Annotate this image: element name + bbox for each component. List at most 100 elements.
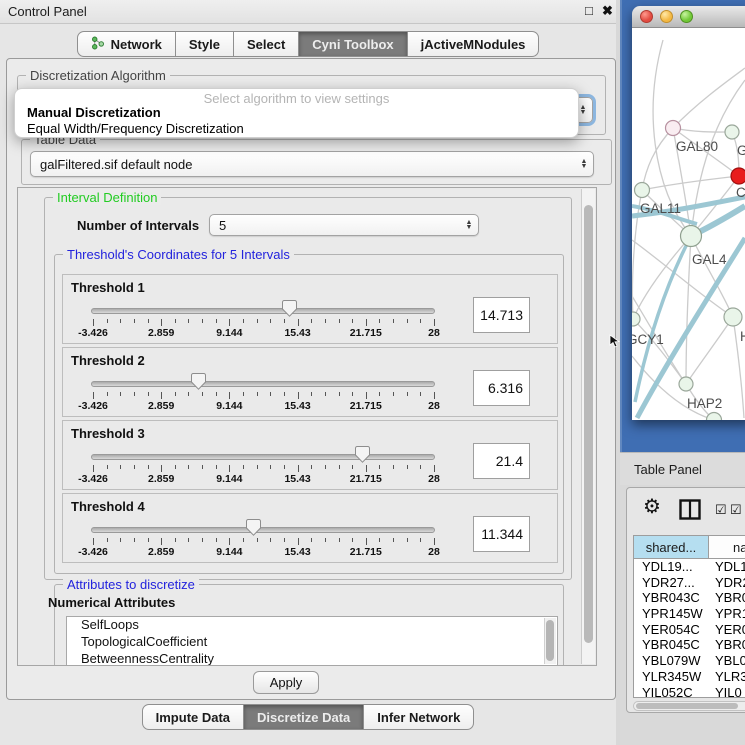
table-row[interactable]: YBR043CYBR0 [634, 590, 745, 606]
table-row[interactable]: YPR145WYPR1 [634, 606, 745, 622]
network-node[interactable] [635, 183, 650, 198]
network-node[interactable] [731, 168, 745, 184]
cell-name[interactable]: YDL1 [709, 559, 745, 575]
control-panel-titlebar: Control Panel □ ✖ [0, 0, 616, 24]
tick-label: -3.426 [78, 327, 108, 339]
network-view-frame: GAL80GCGAL11GAL4GCY1HHAP2 [620, 0, 745, 452]
panel-title: Control Panel [8, 4, 87, 19]
tab-discretize-data[interactable]: Discretize Data [244, 704, 364, 730]
network-canvas[interactable]: GAL80GCGAL11GAL4GCY1HHAP2 [632, 28, 745, 420]
table-row[interactable]: YDL19...YDL1 [634, 559, 745, 575]
thresholds-group-label: Threshold's Coordinates for 5 Intervals [63, 247, 294, 262]
top-tab-bar: NetworkStyleSelectCyni ToolboxjActiveMNo… [0, 31, 616, 57]
node-label: GAL80 [676, 139, 718, 154]
network-node[interactable] [724, 308, 742, 326]
threshold-slider-track[interactable] [91, 454, 435, 460]
cell-shared-name[interactable]: YPR145W [634, 606, 709, 622]
threshold-value-field[interactable] [473, 516, 530, 552]
tab-select[interactable]: Select [234, 31, 299, 57]
gear-icon[interactable]: ⚙ [643, 494, 661, 519]
threshold-value-field[interactable] [473, 370, 530, 406]
table-panel-title: Table Panel [634, 462, 702, 477]
network-window-titlebar[interactable] [632, 6, 745, 28]
checkbox-icon[interactable]: ☑ [715, 502, 727, 518]
algorithm-option-manual[interactable]: Manual Discretization [15, 105, 578, 121]
tab-infer-network[interactable]: Infer Network [364, 704, 474, 730]
table-row[interactable]: YBL079WYBL0 [634, 653, 745, 669]
threshold-slider-thumb[interactable] [282, 300, 297, 317]
cell-shared-name[interactable]: YDL19... [634, 559, 709, 575]
checkbox-icon[interactable]: ☑ [730, 502, 742, 518]
column-header-name[interactable]: na [709, 536, 745, 558]
threshold-value-field[interactable] [473, 443, 530, 479]
column-header-shared-name[interactable]: shared... [634, 536, 709, 558]
tick-label: 21.715 [350, 327, 382, 339]
network-node[interactable] [632, 312, 640, 326]
attribute-item[interactable]: TopologicalCoefficient [67, 634, 557, 651]
cell-shared-name[interactable]: YBR043C [634, 590, 709, 606]
algorithm-dropdown-popup: Select algorithm to view settings Manual… [14, 88, 579, 138]
algorithm-option-equal-width[interactable]: Equal Width/Frequency Discretization [15, 121, 578, 137]
attributes-scrollbar[interactable] [544, 618, 556, 664]
network-node[interactable] [707, 413, 722, 421]
cell-name[interactable]: YDR2 [709, 575, 745, 591]
threshold-slider-thumb[interactable] [191, 373, 206, 390]
network-node[interactable] [681, 226, 702, 247]
cell-shared-name[interactable]: YER054C [634, 622, 709, 638]
window-zoom-icon[interactable] [680, 10, 693, 23]
network-node[interactable] [679, 377, 693, 391]
threshold-slider-thumb[interactable] [246, 519, 261, 536]
table-row[interactable]: YLR345WYLR3 [634, 669, 745, 685]
columns-icon[interactable] [679, 499, 701, 525]
numerical-attributes-label: Numerical Attributes [48, 595, 175, 610]
network-window: GAL80GCGAL11GAL4GCY1HHAP2 [632, 6, 745, 420]
threshold-slider-thumb[interactable] [355, 446, 370, 463]
tab-impute-data[interactable]: Impute Data [142, 704, 244, 730]
network-node[interactable] [666, 121, 681, 136]
tab-cyni-toolbox[interactable]: Cyni Toolbox [299, 31, 407, 57]
table-data-combobox[interactable]: galFiltered.sif default node ▲▼ [30, 151, 594, 177]
table-row[interactable]: YER054CYER0 [634, 622, 745, 638]
scrollbar-thumb[interactable] [584, 205, 593, 643]
threshold-slider-track[interactable] [91, 381, 435, 387]
table-horizontal-scrollbar[interactable] [633, 701, 745, 711]
float-window-icon[interactable]: □ [585, 3, 593, 18]
node-label: GAL4 [692, 252, 727, 267]
attribute-item[interactable]: SelfLoops [67, 617, 557, 634]
scrollbar-thumb[interactable] [636, 703, 738, 709]
cell-name[interactable]: YLR3 [709, 669, 745, 685]
table-row[interactable]: YBR045CYBR0 [634, 637, 745, 653]
attribute-item[interactable]: BetweennessCentrality [67, 651, 557, 666]
cell-shared-name[interactable]: YBL079W [634, 653, 709, 669]
threshold-value-field[interactable] [473, 297, 530, 333]
network-node[interactable] [725, 125, 739, 139]
close-icon[interactable]: ✖ [602, 3, 613, 19]
tab-style[interactable]: Style [176, 31, 234, 57]
tab-network[interactable]: Network [77, 31, 176, 57]
cell-shared-name[interactable]: YLR345W [634, 669, 709, 685]
cell-name[interactable]: YIL0 [709, 685, 745, 699]
tick-label: 28 [428, 546, 440, 558]
cell-name[interactable]: YBR0 [709, 637, 745, 653]
apply-button[interactable]: Apply [253, 671, 319, 694]
threshold-slider-track[interactable] [91, 308, 435, 314]
table-row[interactable]: YDR27...YDR2 [634, 575, 745, 591]
tick-label: 9.144 [216, 473, 242, 485]
cell-name[interactable]: YPR1 [709, 606, 745, 622]
cell-name[interactable]: YBL0 [709, 653, 745, 669]
cell-shared-name[interactable]: YDR27... [634, 575, 709, 591]
window-close-icon[interactable] [640, 10, 653, 23]
table-row[interactable]: YIL052CYIL0 [634, 685, 745, 699]
cell-name[interactable]: YBR0 [709, 590, 745, 606]
number-of-intervals-combobox[interactable]: 5 ▲▼ [209, 214, 479, 236]
window-minimize-icon[interactable] [660, 10, 673, 23]
tab-jactivemnodules[interactable]: jActiveMNodules [408, 31, 540, 57]
tick-label: 2.859 [148, 546, 174, 558]
cell-shared-name[interactable]: YIL052C [634, 685, 709, 699]
cell-name[interactable]: YER0 [709, 622, 745, 638]
threshold-slider-track[interactable] [91, 527, 435, 533]
number-of-intervals-label: Number of Intervals [77, 218, 199, 233]
settings-vertical-scrollbar[interactable] [581, 189, 595, 664]
cell-shared-name[interactable]: YBR045C [634, 637, 709, 653]
threshold-title: Threshold 3 [71, 426, 145, 441]
